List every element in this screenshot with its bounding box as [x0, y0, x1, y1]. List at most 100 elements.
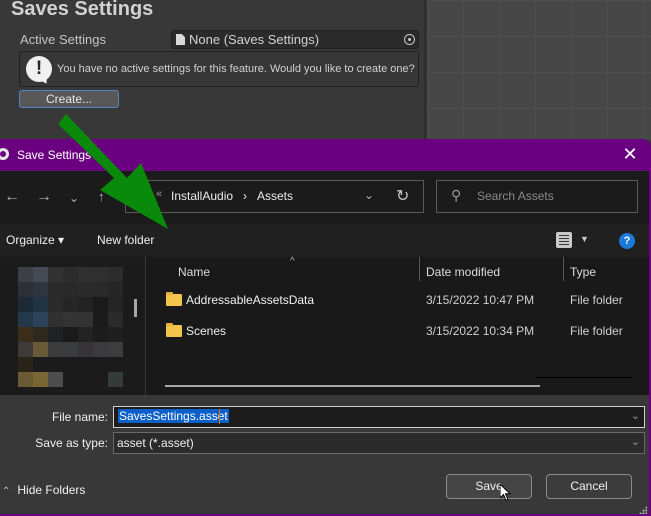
blurred-tree-pixel [33, 342, 48, 357]
blurred-tree-pixel [18, 327, 33, 342]
navigation-pane[interactable] [0, 257, 146, 395]
unity-logo-icon [0, 148, 9, 160]
address-overflow-icon[interactable]: « [156, 188, 162, 200]
blurred-tree-pixel [108, 297, 123, 312]
column-header-type[interactable]: Type [570, 265, 596, 279]
breadcrumb-installaudio[interactable]: InstallAudio [171, 189, 233, 203]
save-type-label: Save as type: [35, 436, 108, 450]
view-details-icon[interactable] [556, 232, 572, 248]
blurred-tree-pixel [63, 327, 78, 342]
blurred-tree-pixel [48, 282, 63, 297]
close-button[interactable]: ✕ [621, 145, 639, 163]
blurred-tree-pixel [78, 267, 93, 282]
resize-grip-icon[interactable] [639, 506, 647, 514]
blurred-tree-pixel [108, 282, 123, 297]
blurred-tree-pixel [78, 327, 93, 342]
forward-button[interactable]: → [36, 188, 52, 206]
blurred-tree-pixel [33, 267, 48, 282]
save-type-dropdown-icon[interactable]: ⌄ [631, 435, 640, 448]
blurred-tree-pixel [78, 312, 93, 327]
create-button[interactable]: Create... [19, 90, 119, 108]
blurred-tree-pixel [108, 342, 123, 357]
blurred-tree-pixel [108, 357, 123, 372]
search-box[interactable]: ⚲ Search Assets [436, 180, 638, 213]
hide-folders-label: Hide Folders [17, 483, 86, 497]
blurred-tree-pixel [48, 357, 63, 372]
cancel-button[interactable]: Cancel [546, 474, 632, 499]
nav-pane-scrollbar[interactable] [134, 299, 137, 317]
file-name: Scenes [186, 324, 227, 338]
blurred-tree-pixel [18, 372, 33, 387]
column-separator[interactable] [419, 257, 420, 281]
blurred-tree-pixel [48, 312, 63, 327]
blurred-tree-pixel [78, 342, 93, 357]
blurred-tree-pixel [18, 267, 33, 282]
file-date: 3/15/2022 10:47 PM [426, 293, 535, 307]
address-bar[interactable]: « InstallAudio › Assets ⌄ ↻ [125, 180, 424, 213]
help-icon[interactable]: ? [619, 233, 635, 249]
sort-ascending-icon: ^ [290, 256, 295, 267]
horizontal-scrollbar[interactable] [165, 385, 540, 387]
divider-line [536, 377, 632, 378]
blurred-tree-pixel [48, 342, 63, 357]
object-picker-icon[interactable] [399, 31, 418, 48]
file-list: ^ Name Date modified Type AddressableAss… [146, 256, 649, 395]
refresh-icon[interactable]: ↻ [396, 186, 409, 206]
breadcrumb-separator-icon[interactable]: › [243, 189, 247, 203]
view-dropdown-icon[interactable]: ▼ [580, 234, 589, 244]
column-header-date-modified[interactable]: Date modified [426, 265, 500, 279]
column-header-name[interactable]: Name [178, 265, 210, 279]
text-caret [219, 409, 220, 424]
blurred-tree-pixel [48, 267, 63, 282]
help-message: You have no active settings for this fea… [57, 63, 415, 75]
blurred-tree-pixel [63, 282, 78, 297]
blurred-tree-pixel [63, 372, 78, 387]
blurred-tree-pixel [33, 327, 48, 342]
blurred-tree-pixel [63, 267, 78, 282]
blurred-tree-pixel [18, 342, 33, 357]
blurred-tree-pixel [63, 342, 78, 357]
address-dropdown-icon[interactable]: ⌄ [364, 188, 374, 202]
blurred-tree-pixel [78, 297, 93, 312]
blurred-tree-pixel [18, 282, 33, 297]
blurred-tree-pixel [93, 282, 108, 297]
blurred-tree-pixel [108, 372, 123, 387]
folder-icon [166, 292, 182, 306]
blurred-tree-pixel [93, 297, 108, 312]
active-settings-field[interactable]: None (Saves Settings) [171, 30, 419, 49]
file-row[interactable]: AddressableAssetsData 3/15/2022 10:47 PM… [146, 289, 649, 313]
recent-locations-button[interactable]: ⌄ [69, 191, 79, 205]
command-toolbar: Organize ▾ New folder ▼ ? [0, 225, 649, 257]
file-date: 3/15/2022 10:34 PM [426, 324, 535, 338]
file-row[interactable]: Scenes 3/15/2022 10:34 PM File folder [146, 320, 649, 344]
blurred-tree-pixel [63, 297, 78, 312]
blurred-tree-pixel [108, 267, 123, 282]
up-button[interactable]: ↑ [98, 189, 105, 204]
blurred-tree-pixel [48, 327, 63, 342]
back-button[interactable]: ← [4, 188, 20, 206]
file-name-label: File name: [51, 410, 108, 424]
blurred-tree-pixel [108, 312, 123, 327]
organize-menu[interactable]: Organize ▾ [6, 233, 64, 247]
hide-folders-button[interactable]: ⌃ Hide Folders [2, 483, 85, 497]
file-name-value: SavesSettings.asset [118, 409, 229, 423]
file-name-input[interactable]: SavesSettings.asset ⌄ [113, 406, 645, 428]
file-name-dropdown-icon[interactable]: ⌄ [631, 409, 640, 422]
column-separator[interactable] [563, 257, 564, 281]
save-dialog: Save Settings ✕ ← → ⌄ ↑ « InstallAudio ›… [0, 139, 651, 516]
save-type-select[interactable]: asset (*.asset) ⌄ [113, 432, 645, 454]
search-placeholder: Search Assets [477, 189, 554, 203]
blurred-tree-pixel [93, 327, 108, 342]
breadcrumb-assets[interactable]: Assets [257, 189, 293, 203]
blurred-tree-pixel [63, 357, 78, 372]
dialog-title-bar[interactable]: Save Settings ✕ [0, 139, 649, 171]
file-type: File folder [570, 293, 623, 307]
blurred-tree-pixel [48, 297, 63, 312]
save-button[interactable]: Save [446, 474, 532, 499]
new-folder-button[interactable]: New folder [97, 233, 154, 247]
blurred-tree-pixel [78, 357, 93, 372]
warning-icon: ! [26, 56, 52, 82]
active-settings-label: Active Settings [20, 32, 106, 47]
file-name: AddressableAssetsData [186, 293, 315, 307]
blurred-tree-pixel [93, 312, 108, 327]
